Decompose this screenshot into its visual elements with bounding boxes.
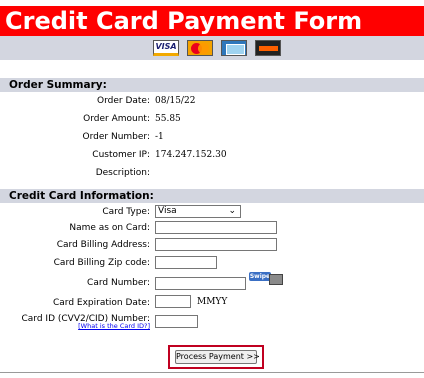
visa-logo-text: VISA (155, 42, 177, 51)
discover-icon (255, 40, 281, 56)
card-reader-icon (269, 274, 283, 285)
card-info-header: Credit Card Information: (0, 189, 424, 203)
name-on-card-input[interactable] (155, 221, 277, 234)
accepted-cards-bar: VISA (0, 36, 424, 60)
process-payment-button[interactable]: Process Payment >> (175, 350, 260, 364)
bottom-divider (0, 372, 424, 373)
customer-ip-value: 174.247.152.30 (155, 150, 227, 160)
order-date-value: 08/15/22 (155, 96, 196, 106)
visa-icon: VISA (153, 40, 179, 56)
billing-zip-label: Card Billing Zip code: (53, 258, 150, 268)
cvv-help-link[interactable]: [What is the Card ID?] (78, 322, 150, 330)
order-amount-label: Order Amount: (83, 114, 150, 124)
chevron-down-icon: ⌄ (228, 206, 236, 216)
customer-ip-label: Customer IP: (92, 150, 150, 160)
order-summary-header: Order Summary: (0, 78, 424, 92)
page-title: Credit Card Payment Form (0, 6, 424, 36)
mastercard-icon (187, 40, 213, 56)
billing-address-label: Card Billing Address: (56, 240, 150, 250)
order-date-label: Order Date: (97, 96, 150, 106)
swipe-label: Swipe (249, 272, 271, 281)
order-number-label: Order Number: (82, 132, 150, 142)
card-number-input[interactable] (155, 277, 246, 290)
payment-page: Credit Card Payment Form VISA Order Summ… (0, 0, 424, 378)
billing-zip-input[interactable] (155, 256, 217, 269)
expiration-input[interactable] (155, 295, 191, 308)
order-number-value: -1 (155, 132, 164, 142)
billing-address-input[interactable] (155, 238, 277, 251)
order-amount-value: 55.85 (155, 114, 181, 124)
swipe-card-button[interactable]: Swipe (249, 272, 285, 286)
cvv-input[interactable] (155, 315, 198, 328)
card-type-label: Card Type: (102, 207, 150, 217)
card-type-selected: Visa (158, 206, 177, 216)
description-label: Description: (95, 168, 150, 178)
card-number-label: Card Number: (87, 278, 150, 288)
name-on-card-label: Name as on Card: (69, 223, 150, 233)
submit-highlight: Process Payment >> (168, 345, 264, 369)
amex-icon (221, 40, 247, 56)
expiration-label: Card Expiration Date: (52, 298, 150, 308)
card-type-select[interactable]: Visa ⌄ (155, 205, 241, 218)
expiration-format-hint: MMYY (197, 297, 228, 307)
